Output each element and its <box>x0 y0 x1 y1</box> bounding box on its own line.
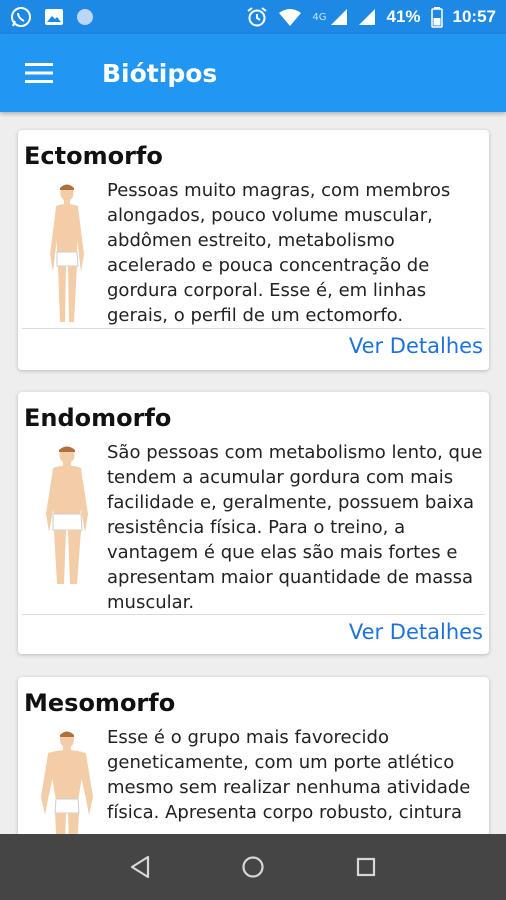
system-nav-bar <box>0 834 506 900</box>
image-icon <box>44 8 64 26</box>
home-icon <box>242 856 264 878</box>
nav-home-button[interactable] <box>223 837 283 897</box>
card-divider <box>22 328 485 329</box>
card-title: Ectomorfo <box>24 142 163 170</box>
wifi-icon <box>278 7 302 27</box>
card-list[interactable]: Ectomorfo Pessoas muito magras, com memb… <box>0 112 506 834</box>
card-endomorfo: Endomorfo São pessoas com metabolismo le… <box>18 392 489 654</box>
card-ectomorfo: Ectomorfo Pessoas muito magras, com memb… <box>18 130 489 370</box>
status-left-icons <box>10 6 94 28</box>
battery-icon <box>430 6 443 28</box>
card-title: Endomorfo <box>24 404 172 432</box>
circle-icon <box>76 8 94 26</box>
nav-back-button[interactable] <box>110 837 170 897</box>
status-right-icons: 4G 41% 10:57 <box>246 6 496 28</box>
card-description: Pessoas muito magras, com membros alonga… <box>107 180 451 326</box>
hamburger-menu-icon <box>25 63 53 83</box>
battery-percent: 41% <box>386 7 421 26</box>
mesomorph-body-illustration <box>41 731 93 834</box>
signal-icon <box>330 8 348 26</box>
card-divider <box>22 614 485 615</box>
card-title: Mesomorfo <box>24 689 176 717</box>
page-title: Biótipos <box>102 58 218 88</box>
ver-detalhes-link[interactable]: Ver Detalhes <box>349 334 483 358</box>
card-description: São pessoas com metabolismo lento, que t… <box>107 442 483 613</box>
nav-recents-button[interactable] <box>336 837 396 897</box>
card-mesomorfo: Mesomorfo Esse é o grupo mais favorecido… <box>18 677 489 834</box>
recents-icon <box>356 857 375 877</box>
hamburger-menu-button[interactable] <box>0 34 80 112</box>
ectomorph-body-illustration <box>50 184 84 322</box>
back-icon <box>131 855 150 879</box>
signal-icon-secondary <box>358 8 376 26</box>
network-type-label: 4G <box>312 11 327 23</box>
status-bar: 4G 41% 10:57 <box>0 0 506 34</box>
endomorph-body-illustration <box>46 446 88 584</box>
alarm-icon <box>246 6 268 28</box>
app-bar: Biótipos <box>0 34 506 112</box>
ver-detalhes-link[interactable]: Ver Detalhes <box>349 620 483 644</box>
whatsapp-icon <box>10 6 32 28</box>
clock: 10:57 <box>452 7 496 26</box>
card-description: Esse é o grupo mais favorecido geneticam… <box>107 727 471 823</box>
